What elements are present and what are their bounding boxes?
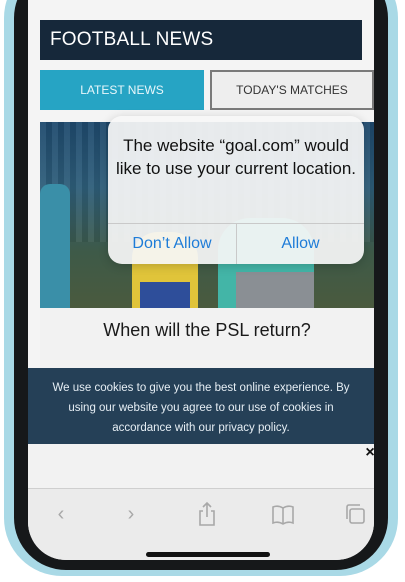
tab-latest-news[interactable]: LATEST NEWS bbox=[40, 70, 204, 110]
alert-message: The website “goal.com” would like to use… bbox=[115, 136, 356, 178]
browser-toolbar: ‹ › bbox=[28, 488, 374, 560]
forward-icon[interactable]: › bbox=[116, 501, 146, 527]
tabs-icon-graphic bbox=[346, 504, 365, 524]
share-icon-graphic bbox=[199, 501, 215, 526]
player-figure bbox=[40, 184, 70, 308]
site-title: FOOTBALL NEWS bbox=[50, 29, 214, 50]
share-icon[interactable] bbox=[192, 501, 222, 527]
home-indicator[interactable] bbox=[146, 552, 270, 557]
dont-allow-button[interactable]: Don’t Allow bbox=[108, 224, 236, 264]
article-headline[interactable]: When will the PSL return? bbox=[40, 320, 374, 341]
book-icon-graphic bbox=[272, 505, 294, 525]
close-icon[interactable]: × bbox=[362, 444, 374, 462]
tab-todays-matches[interactable]: TODAY'S MATCHES bbox=[210, 70, 374, 110]
player-figure bbox=[236, 272, 314, 308]
tabs-icon[interactable] bbox=[340, 501, 370, 527]
player-figure bbox=[140, 282, 190, 308]
screen: FOOTBALL NEWS LATEST NEWS TODAY'S MATCHE… bbox=[28, 0, 374, 560]
book-icon[interactable] bbox=[268, 501, 298, 527]
allow-button[interactable]: Allow bbox=[237, 224, 364, 264]
page-filler bbox=[28, 444, 374, 488]
cookie-text: We use cookies to give you the best onli… bbox=[52, 382, 350, 434]
back-icon[interactable]: ‹ bbox=[46, 501, 76, 527]
